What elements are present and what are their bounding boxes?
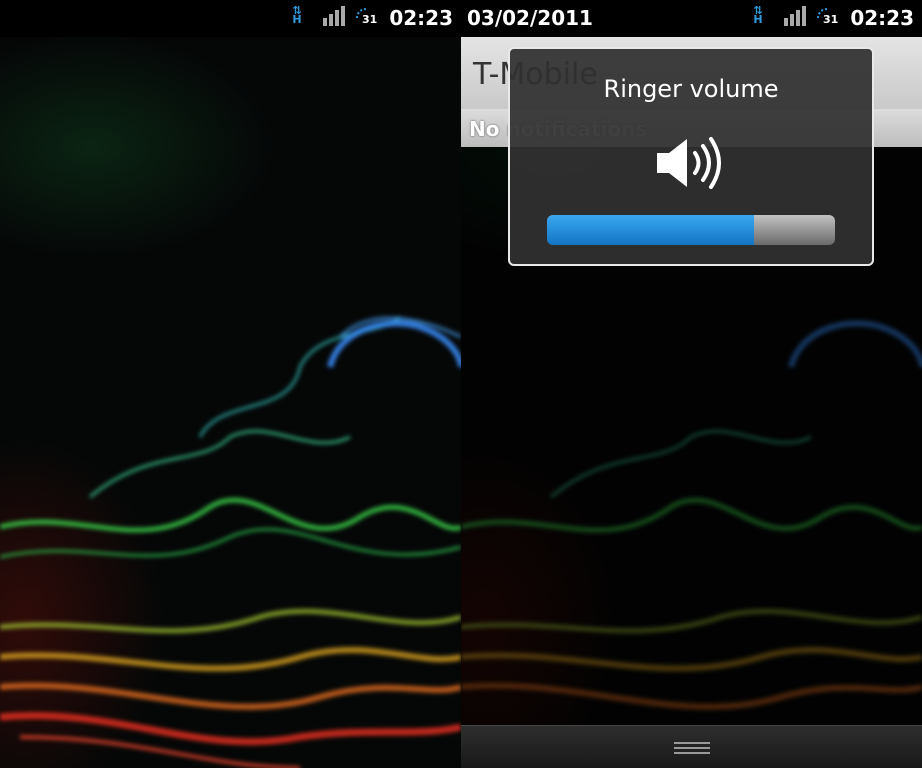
hspa-data-icon: ⇅ H [753, 4, 763, 26]
signal-strength-icon [323, 6, 345, 26]
volume-dialog: Ringer volume [508, 47, 874, 266]
battery-icon: 31 [353, 6, 379, 30]
status-bar[interactable]: 03/02/2011 ⇅ H 31 02:23 [461, 0, 922, 37]
battery-level: 31 [823, 13, 839, 26]
volume-dialog-title: Ringer volume [603, 75, 779, 103]
drag-handle-icon [674, 742, 710, 757]
smoke-wallpaper-art [0, 315, 461, 768]
volume-slider-fill [547, 215, 755, 245]
status-date: 03/02/2011 [467, 6, 593, 30]
speaker-volume-icon [657, 137, 721, 189]
battery-icon: 31 [814, 6, 840, 30]
volume-slider[interactable] [547, 215, 835, 245]
status-clock: 02:23 [389, 6, 453, 30]
status-bar[interactable]: ⇅ H 31 02:23 [0, 0, 461, 37]
battery-level: 31 [362, 13, 378, 26]
signal-strength-icon [784, 6, 806, 26]
smoke-wallpaper [0, 37, 461, 768]
shade-close-handle[interactable] [461, 725, 922, 768]
status-clock: 02:23 [850, 6, 914, 30]
home-screen: ⇅ H 31 02:23 [0, 0, 461, 768]
notification-screen: 03/02/2011 ⇅ H 31 02:23 No Ringer volume [461, 0, 922, 768]
hspa-data-icon: ⇅ H [292, 4, 302, 26]
